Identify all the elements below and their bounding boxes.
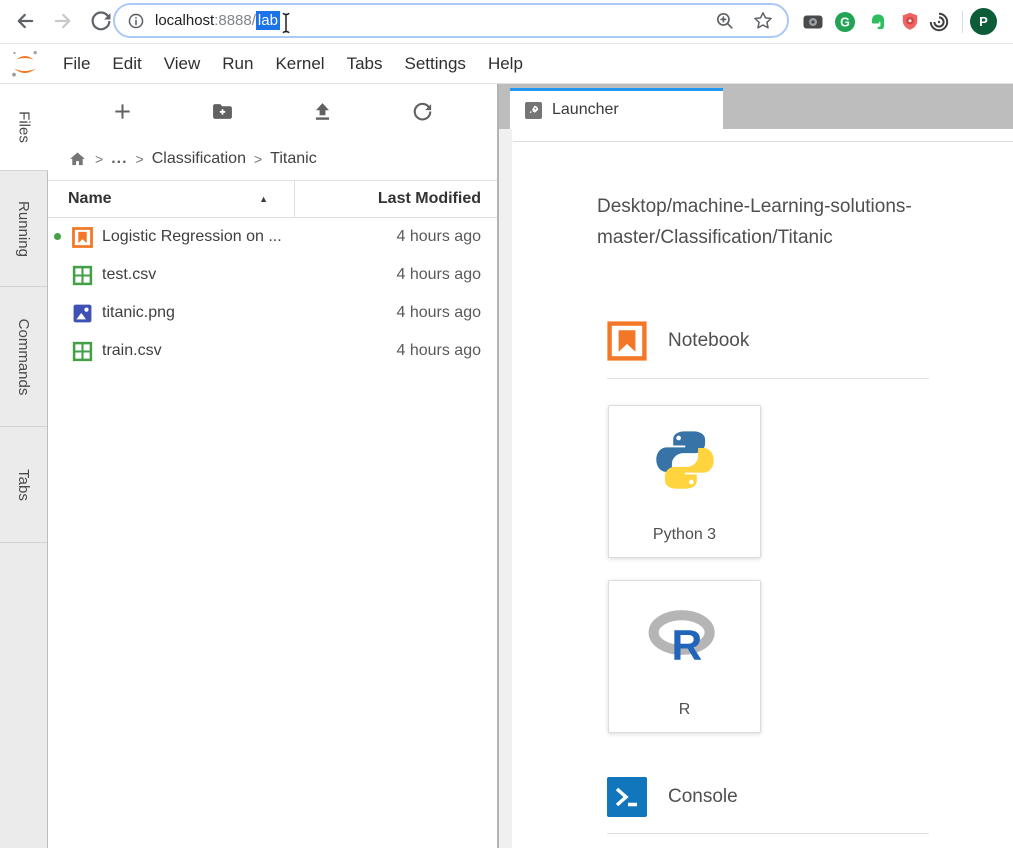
svg-text:G: G bbox=[840, 16, 850, 30]
menu-run[interactable]: Run bbox=[211, 54, 264, 74]
menu-help[interactable]: Help bbox=[477, 54, 534, 74]
launcher-left-gutter bbox=[499, 129, 512, 848]
extension-shield-icon[interactable] bbox=[899, 11, 921, 33]
toolbar-separator bbox=[962, 11, 963, 33]
r-logo-icon: R bbox=[647, 609, 723, 665]
file-row-train-csv[interactable]: train.csv 4 hours ago bbox=[48, 332, 497, 370]
breadcrumb-classification[interactable]: Classification bbox=[152, 150, 246, 168]
forward-icon[interactable] bbox=[52, 10, 74, 32]
new-launcher-icon[interactable] bbox=[109, 98, 135, 124]
file-modified: 4 hours ago bbox=[396, 304, 481, 321]
zoom-page-icon[interactable] bbox=[715, 11, 735, 31]
notebook-file-icon bbox=[72, 226, 93, 248]
file-modified: 4 hours ago bbox=[396, 342, 481, 359]
menu-settings[interactable]: Settings bbox=[394, 54, 477, 74]
breadcrumb-titanic[interactable]: Titanic bbox=[270, 150, 317, 168]
csv-file-icon bbox=[72, 341, 93, 362]
card-label-python3: Python 3 bbox=[652, 526, 717, 543]
file-name: Logistic Regression on ... bbox=[102, 228, 282, 245]
file-modified: 4 hours ago bbox=[396, 228, 481, 245]
address-bar[interactable]: localhost:8888/lab bbox=[113, 3, 789, 38]
file-name: titanic.png bbox=[102, 304, 175, 321]
back-icon[interactable] bbox=[14, 10, 36, 32]
image-file-icon bbox=[72, 303, 93, 324]
avatar-initial: P bbox=[979, 14, 988, 29]
launcher-current-directory: Desktop/machine-Learning-solutions-maste… bbox=[597, 196, 912, 248]
file-browser-toolbar bbox=[48, 84, 497, 138]
menu-tabs[interactable]: Tabs bbox=[336, 54, 394, 74]
bookmark-star-icon[interactable] bbox=[753, 11, 773, 31]
breadcrumb: > ... > Classification > Titanic bbox=[48, 138, 497, 180]
launcher-rocket-icon bbox=[525, 101, 542, 119]
launcher-card-r[interactable]: R R bbox=[608, 580, 761, 733]
extension-spiral-icon[interactable] bbox=[928, 11, 950, 33]
menu-items: File Edit View Run Kernel Tabs Settings … bbox=[52, 44, 534, 83]
svg-text:R: R bbox=[671, 621, 702, 665]
file-row-titanic-png[interactable]: titanic.png 4 hours ago bbox=[48, 294, 497, 332]
console-section-icon bbox=[607, 777, 647, 817]
file-browser-panel: > ... > Classification > Titanic Name ▲ … bbox=[48, 84, 497, 848]
notebook-section-icon bbox=[607, 321, 647, 361]
extension-evernote-icon[interactable] bbox=[867, 11, 889, 33]
jupyter-menu-bar: File Edit View Run Kernel Tabs Settings … bbox=[0, 44, 1013, 84]
column-header-name[interactable]: Name ▲ bbox=[48, 181, 295, 217]
dock-tab-bar: Launcher bbox=[499, 84, 1013, 129]
url-port[interactable]: :8888/ bbox=[214, 12, 256, 29]
page-info-icon[interactable] bbox=[127, 12, 145, 30]
jupyter-logo-icon bbox=[8, 47, 42, 81]
extension-camera-icon[interactable] bbox=[802, 11, 824, 33]
breadcrumb-ellipsis[interactable]: ... bbox=[111, 150, 127, 168]
breadcrumb-separator: > bbox=[253, 151, 263, 167]
notebook-section-header: Notebook bbox=[607, 321, 749, 361]
reload-icon[interactable] bbox=[90, 10, 112, 32]
browser-toolbar: localhost:8888/lab G P bbox=[0, 0, 1013, 44]
kernel-running-dot bbox=[54, 233, 61, 240]
notebook-section-label: Notebook bbox=[668, 330, 750, 351]
console-section-header: Console bbox=[607, 777, 738, 817]
file-list-header: Name ▲ Last Modified bbox=[48, 180, 497, 218]
upload-icon[interactable] bbox=[310, 98, 336, 124]
menu-file[interactable]: File bbox=[52, 54, 101, 74]
column-header-last-modified[interactable]: Last Modified bbox=[295, 181, 497, 217]
url-host[interactable]: localhost bbox=[155, 12, 214, 29]
breadcrumb-separator: > bbox=[95, 151, 104, 167]
tab-launcher[interactable]: Launcher bbox=[510, 88, 723, 129]
refresh-icon[interactable] bbox=[410, 98, 436, 124]
card-label-r: R bbox=[678, 701, 691, 718]
file-row-notebook[interactable]: Logistic Regression on ... 4 hours ago bbox=[48, 218, 497, 256]
python-logo-icon bbox=[651, 426, 719, 494]
file-row-test-csv[interactable]: test.csv 4 hours ago bbox=[48, 256, 497, 294]
sort-ascending-icon: ▲ bbox=[259, 194, 268, 204]
file-modified: 4 hours ago bbox=[396, 266, 481, 283]
sidebar-tab-commands[interactable]: Commands bbox=[0, 287, 47, 427]
profile-avatar[interactable]: P bbox=[970, 8, 997, 35]
sidebar-tab-tabs[interactable]: Tabs bbox=[0, 427, 47, 543]
section-divider bbox=[607, 833, 929, 834]
dock-divider bbox=[513, 141, 1013, 142]
file-name: train.csv bbox=[102, 342, 162, 359]
sidebar-tab-running[interactable]: Running bbox=[0, 171, 47, 287]
extension-grammarly-icon[interactable]: G bbox=[834, 11, 856, 33]
section-divider bbox=[607, 378, 929, 379]
csv-file-icon bbox=[72, 265, 93, 286]
console-section-label: Console bbox=[668, 786, 738, 807]
launcher-card-python3[interactable]: Python 3 bbox=[608, 405, 761, 558]
menu-kernel[interactable]: Kernel bbox=[264, 54, 335, 74]
menu-edit[interactable]: Edit bbox=[101, 54, 152, 74]
file-name: test.csv bbox=[102, 266, 157, 283]
text-cursor-icon bbox=[281, 12, 292, 34]
home-icon[interactable] bbox=[68, 150, 87, 168]
breadcrumb-separator: > bbox=[135, 151, 144, 167]
new-folder-icon[interactable] bbox=[209, 98, 235, 124]
sidebar-tab-strip: Files Running Commands Tabs bbox=[0, 84, 48, 848]
main-dock-panel: Launcher Desktop/machine-Learning-soluti… bbox=[499, 84, 1013, 848]
tab-launcher-label: Launcher bbox=[552, 101, 619, 118]
url-selected-text[interactable]: lab bbox=[255, 11, 280, 30]
menu-view[interactable]: View bbox=[153, 54, 212, 74]
sidebar-tab-files[interactable]: Files bbox=[0, 84, 48, 171]
